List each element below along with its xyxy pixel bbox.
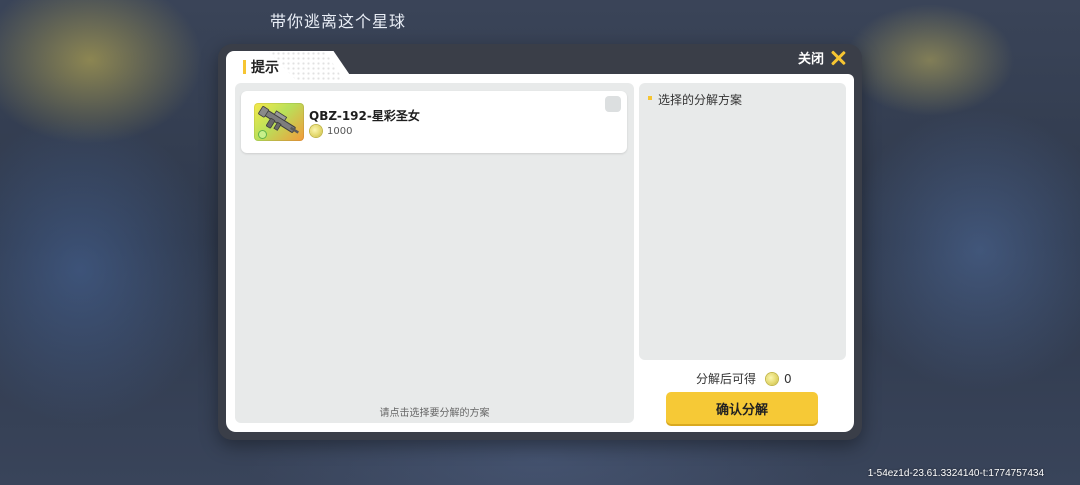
yield-label: 分解后可得 [696,372,757,386]
scheme-label-marker [648,96,652,100]
close-button[interactable]: 关闭 [798,48,846,67]
item-price-value: 1000 [327,125,353,137]
close-icon [830,50,846,66]
scheme-label: 选择的分解方案 [658,93,743,107]
background-title: 带你逃离这个星球 [270,12,407,31]
coin-icon [310,125,322,137]
dialog-title: 提示 [251,60,279,76]
grade-badge [258,130,267,139]
selected-scheme-panel [639,83,846,360]
tab-accent-bar [243,60,246,74]
item-name: QBZ-192-星彩圣女 [309,109,420,123]
build-watermark: 1-54ez1d-23.61.3324140-t:1774757434 [867,468,1044,479]
item-select-checkbox[interactable] [605,96,621,112]
selection-hint: 请点击选择要分解的方案 [379,408,490,419]
yield-value: 0 [784,371,792,386]
close-label: 关闭 [798,52,825,67]
coin-icon [766,372,779,385]
yield-summary: 分解后可得 0 [696,370,792,387]
confirm-decompose-button[interactable]: 确认分解 [666,392,818,424]
item-price: 1000 [310,125,352,137]
